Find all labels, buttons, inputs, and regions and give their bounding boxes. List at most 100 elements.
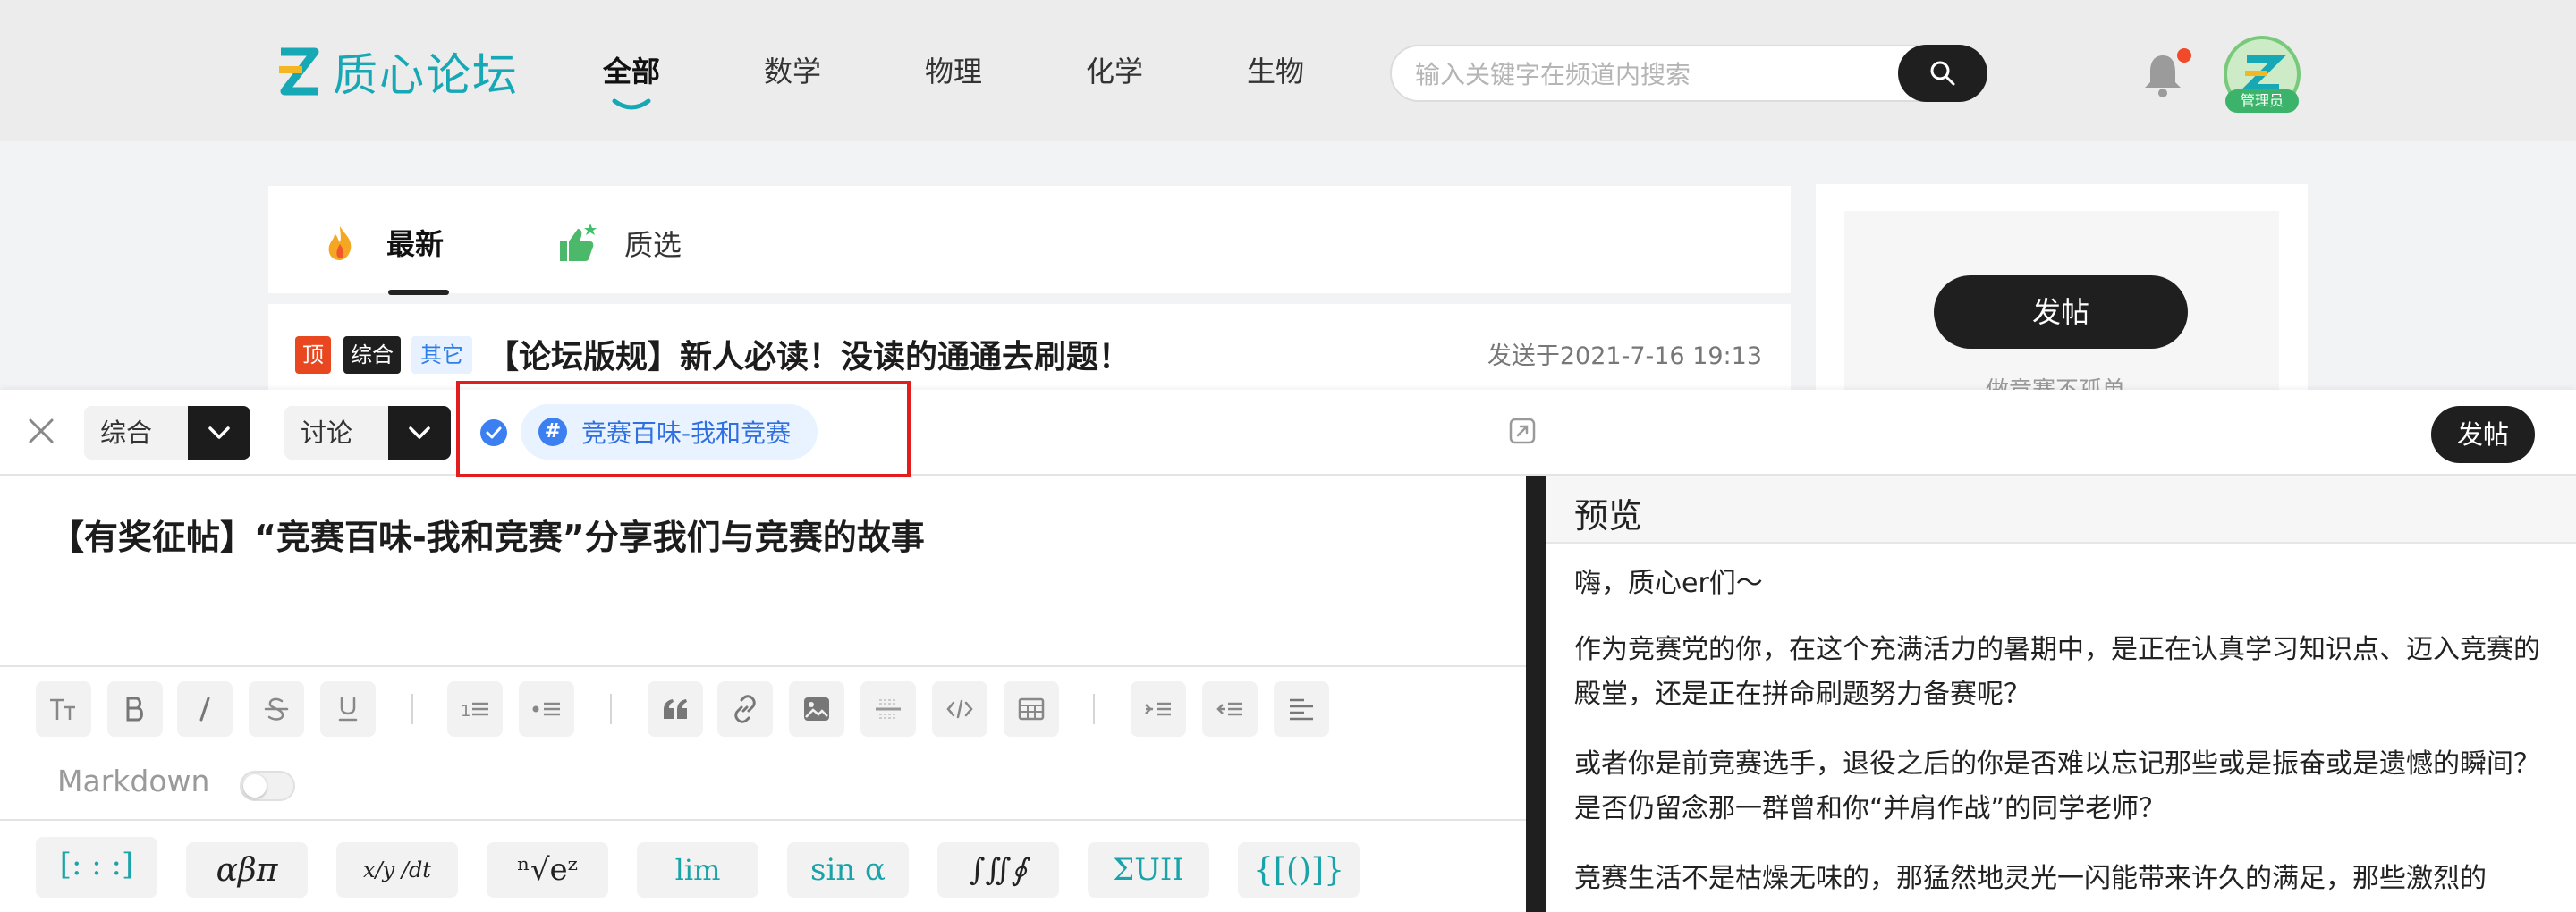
quote-button[interactable] [648, 681, 703, 737]
image-button[interactable] [789, 681, 844, 737]
nav-chemistry[interactable]: 化学 [1086, 49, 1143, 90]
chevron-down-icon [188, 406, 250, 460]
chevron-down-icon [388, 406, 451, 460]
toggle-knob [243, 774, 267, 798]
text-size-icon [50, 698, 75, 720]
nav-biology[interactable]: 生物 [1247, 49, 1304, 90]
tab-label: 最新 [386, 227, 445, 261]
notification-dot [2177, 48, 2191, 63]
post-title-input[interactable]: 【有奖征帖】“竞赛百味-我和竞赛”分享我们与竞赛的故事 [50, 510, 925, 559]
align-icon [1290, 698, 1313, 721]
radical-label: ⁿ√eᶻ [517, 852, 578, 888]
greek-letters-label: αβπ [216, 851, 278, 889]
search-button[interactable] [1898, 45, 1987, 102]
forum-logo[interactable]: 质心论坛 [275, 39, 519, 104]
divider [0, 665, 1526, 667]
integral-label: ∫∬∮ [969, 852, 1028, 888]
nav-math[interactable]: 数学 [764, 49, 821, 90]
tab-featured[interactable]: 质选 [555, 222, 682, 265]
toolbar-separator [1093, 694, 1095, 724]
type-select[interactable]: 讨论 [284, 406, 451, 460]
bold-button[interactable] [107, 681, 163, 737]
link-icon [734, 695, 756, 723]
limit-label: lim [674, 853, 721, 887]
tag-badge: 其它 [411, 336, 472, 374]
code-icon [946, 699, 973, 719]
link-button[interactable] [717, 681, 773, 737]
horizontal-rule-button[interactable] [860, 681, 916, 737]
underline-button[interactable] [320, 681, 376, 737]
outdent-icon [1216, 702, 1242, 716]
pinned-badge: 顶 [295, 336, 331, 374]
editor-toolbar: 综合 讨论 # 竞赛百味-我和竞赛 发帖 [0, 390, 2576, 476]
preview-paragraph: 竞赛生活不是枯燥无味的，那猛然地灵光一闪能带来许久的满足，那些激烈的 [1574, 863, 2487, 894]
preview-paragraph: 或者你是前竞赛选手，退役之后的你是否难以忘记那些或是振奋或是遗憾的瞬间？是否仍留… [1574, 748, 2540, 824]
brackets-label: {[()]} [1253, 851, 1344, 889]
greek-letters-button[interactable]: αβπ [186, 842, 308, 898]
table-button[interactable] [1004, 681, 1059, 737]
preview-paragraph: 作为竞赛党的你，在这个充满活力的暑期中，是正在认真学习知识点、迈入竞赛的殿堂，还… [1574, 634, 2540, 710]
feed-tabs: 最新 质选 [268, 186, 1791, 295]
bold-icon [126, 697, 143, 722]
brackets-button[interactable]: {[()]} [1238, 842, 1360, 898]
italic-icon [199, 697, 210, 722]
large-operators-label: ΣUII [1113, 852, 1184, 888]
search-icon [1930, 61, 1955, 86]
nav-label: 全部 [603, 55, 661, 89]
bullet-list-button[interactable] [519, 681, 574, 737]
bullet-list-icon [532, 702, 560, 716]
editor-input-area: 【有奖征帖】“竞赛百味-我和竞赛”分享我们与竞赛的故事 1 Markdown ×… [0, 476, 1526, 912]
divider [0, 819, 1526, 821]
indent-button[interactable] [1131, 681, 1186, 737]
search-input[interactable] [1415, 57, 1898, 91]
matrix-label: [: : :] [59, 847, 134, 882]
ordered-list-icon: 1 [461, 702, 488, 720]
svg-text:1: 1 [461, 702, 470, 720]
ordered-list-button[interactable]: 1 [447, 681, 503, 737]
logo-text: 质心论坛 [333, 49, 519, 101]
close-icon[interactable] [25, 415, 57, 447]
table-icon [1018, 697, 1045, 721]
thumbs-up-icon [560, 224, 597, 261]
tab-latest[interactable]: 最新 [320, 222, 444, 263]
align-button[interactable] [1274, 681, 1329, 737]
category-select-value: 综合 [100, 418, 153, 448]
type-select-value: 讨论 [301, 418, 353, 448]
strikethrough-button[interactable] [249, 681, 304, 737]
underline-icon [338, 697, 358, 722]
indent-icon [1145, 702, 1171, 716]
limit-button[interactable]: lim [637, 842, 758, 898]
large-operators-button[interactable]: ΣUII [1088, 842, 1209, 898]
image-icon [804, 697, 829, 721]
sidebar-card: 发帖 做竞赛不孤单 [1816, 184, 2308, 404]
text-size-button[interactable] [36, 681, 91, 737]
outdent-button[interactable] [1202, 681, 1258, 737]
integral-button[interactable]: ∫∬∮ [937, 842, 1059, 898]
trig-button[interactable]: sin α [787, 842, 909, 898]
markdown-label: Markdown [57, 764, 210, 798]
publish-button[interactable]: 发帖 [2431, 406, 2535, 463]
code-button[interactable] [932, 681, 987, 737]
fire-icon [328, 226, 352, 260]
post-title[interactable]: 【论坛版规】新人必读！没读的通通去刷题！ [487, 331, 1131, 377]
admin-badge: 管理员 [2225, 89, 2299, 113]
nav-all[interactable]: 全部 [603, 49, 661, 110]
sidebar-post-button[interactable]: 发帖 [1934, 275, 2188, 349]
preview-paragraph: 嗨，质心er们～ [1574, 568, 1763, 599]
radical-button[interactable]: ⁿ√eᶻ [487, 842, 608, 898]
pinned-post[interactable]: 顶 综合 其它 【论坛版规】新人必读！没读的通通去刷题！ 发送于2021-7-1… [268, 304, 1791, 390]
post-date: 发送于2021-7-16 19:13 [1487, 342, 1762, 370]
matrix-button[interactable]: [: : :] [36, 837, 157, 892]
editor-preview-divider[interactable] [1526, 476, 1546, 912]
post-editor: 综合 讨论 # 竞赛百味-我和竞赛 发帖 【有奖征帖】“竞赛百味-我和竞赛”分享… [0, 390, 2576, 912]
preview-title: 预览 [1574, 496, 1643, 536]
fraction-button[interactable]: x/y /dt [336, 842, 458, 898]
category-badge: 综合 [343, 336, 401, 374]
active-tab-underline [388, 290, 449, 295]
expand-icon[interactable] [1508, 417, 1537, 445]
italic-button[interactable] [177, 681, 233, 737]
nav-physics[interactable]: 物理 [925, 49, 982, 90]
category-select[interactable]: 综合 [84, 406, 250, 460]
strikethrough-icon [264, 697, 289, 721]
markdown-toggle[interactable] [240, 771, 295, 801]
